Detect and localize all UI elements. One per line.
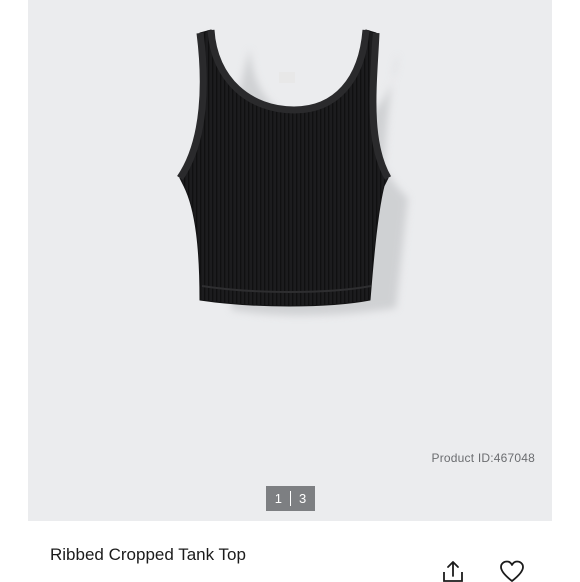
product-image (177, 29, 408, 316)
brand-label (279, 72, 295, 83)
heart-icon[interactable] (499, 560, 525, 582)
product-image-area[interactable]: Product ID:467048 (28, 0, 552, 521)
product-id: Product ID:467048 (431, 451, 535, 465)
image-pager[interactable]: 1 3 (266, 486, 315, 511)
product-title: Ribbed Cropped Tank Top (50, 545, 246, 564)
share-icon[interactable] (440, 560, 466, 582)
pager-current: 1 (274, 491, 282, 506)
pager-divider (290, 491, 291, 506)
pager-total: 3 (299, 491, 307, 506)
